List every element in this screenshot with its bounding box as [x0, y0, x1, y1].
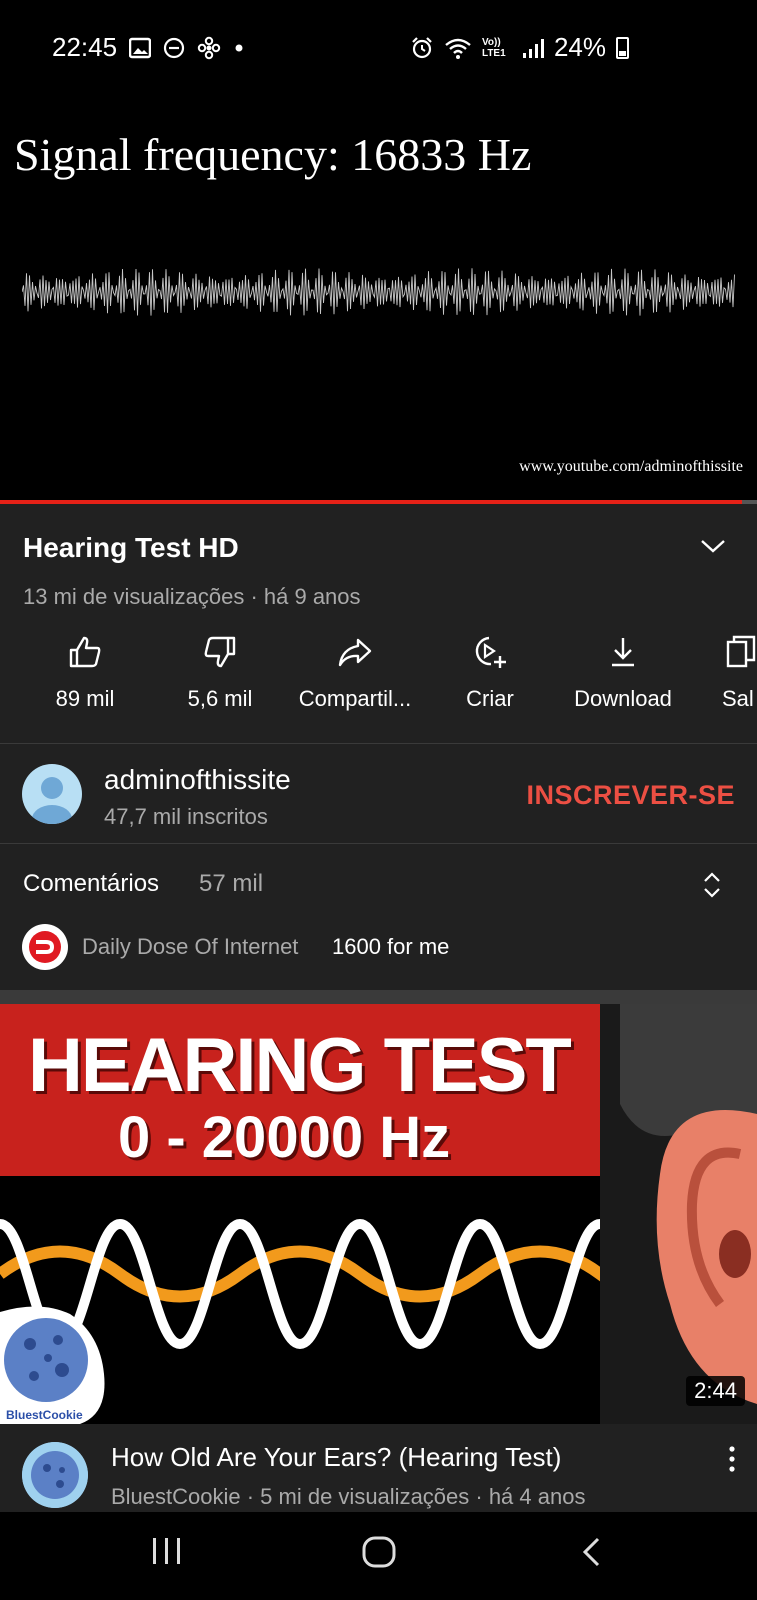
dot-icon: [235, 44, 243, 51]
volte-icon: Vo)) LTE1: [481, 36, 506, 59]
video-player[interactable]: Signal frequency: 16833 Hz www.youtube.c…: [0, 96, 757, 500]
channel-avatar[interactable]: [22, 764, 82, 824]
cookie-avatar-icon: [22, 1442, 88, 1508]
share-button[interactable]: Compartil...: [285, 634, 425, 712]
video-title: Hearing Test HD: [23, 532, 239, 563]
home-icon[interactable]: [362, 1536, 396, 1568]
recent-apps-icon[interactable]: [150, 1536, 184, 1566]
section-separator: [0, 990, 757, 1004]
expand-icon[interactable]: [703, 870, 721, 900]
comment-text: 1600 for me: [332, 934, 450, 959]
action-bar: 89 mil 5,6 mil Compartil... Criar Downlo…: [0, 634, 757, 734]
thumbnail-title-line2: 0 - 20000 Hz: [118, 1105, 451, 1170]
channel-name[interactable]: adminofthissite: [104, 764, 291, 796]
like-count: 89 mil: [55, 686, 115, 711]
save-label: Sal: [722, 686, 754, 711]
next-video-channel-avatar[interactable]: [22, 1442, 88, 1508]
more-options-icon[interactable]: [729, 1446, 735, 1472]
comment-author: Daily Dose Of Internet: [82, 934, 299, 959]
save-icon: [726, 635, 756, 668]
status-time: 22:45: [52, 32, 118, 62]
next-video-thumbnail[interactable]: HEARING TEST 0 - 20000 Hz BluestCookie 2…: [0, 1004, 757, 1424]
next-video-row[interactable]: How Old Are Your Ears? (Hearing Test) Bl…: [0, 1424, 757, 1514]
like-icon: [69, 636, 101, 668]
save-button[interactable]: Sal: [688, 634, 757, 712]
signal-icon: [522, 38, 544, 58]
battery-percent: 24%: [553, 32, 606, 62]
download-icon: [612, 638, 634, 667]
download-button[interactable]: Download: [553, 634, 693, 712]
back-icon[interactable]: [580, 1536, 602, 1568]
dislike-count: 5,6 mil: [187, 686, 253, 711]
do-not-disturb-icon: [163, 37, 185, 58]
create-button[interactable]: Criar: [420, 634, 560, 712]
next-video-title[interactable]: How Old Are Your Ears? (Hearing Test): [111, 1442, 561, 1473]
share-label: Compartil...: [298, 686, 412, 711]
status-bar: 22:45 Vo)) LTE1 24%: [0, 0, 757, 96]
ear-graphic: [600, 1004, 757, 1424]
video-info-panel: Hearing Test HD 13 mi de visualizações ·…: [0, 504, 757, 744]
download-label: Download: [574, 686, 672, 711]
chevron-down-icon[interactable]: [699, 536, 727, 556]
comments-section[interactable]: Comentários 57 mil Daily Dose Of Interne…: [0, 844, 757, 990]
fan-icon: [197, 36, 221, 59]
dislike-button[interactable]: 5,6 mil: [150, 634, 290, 712]
wifi-icon: [445, 38, 471, 59]
daily-dose-logo-icon: [24, 926, 66, 968]
comments-title: Comentários: [23, 870, 160, 897]
battery-icon: [616, 36, 629, 59]
channel-row[interactable]: adminofthissite 47,7 mil inscritos INSCR…: [0, 744, 757, 844]
create-label: Criar: [466, 686, 514, 711]
subscriber-count: 47,7 mil inscritos: [104, 804, 268, 829]
system-navigation-bar: [0, 1512, 757, 1600]
create-icon: [475, 636, 506, 668]
next-video-meta: BluestCookie · 5 mi de visualizações · h…: [111, 1484, 586, 1509]
comment-author-avatar: [22, 924, 68, 970]
video-meta: 13 mi de visualizações · há 9 anos: [23, 584, 361, 609]
comments-count: 57 mil: [199, 870, 264, 897]
bluestcookie-logo-icon: [0, 1306, 105, 1424]
thumbnail-title-line1: HEARING TEST: [28, 1023, 572, 1108]
thumbnail-cookie-label: BluestCookie: [6, 1408, 83, 1422]
video-duration-badge: 2:44: [686, 1376, 745, 1406]
image-icon: [129, 37, 152, 58]
dislike-icon: [204, 636, 236, 668]
player-frequency-text: Signal frequency: 16833 Hz: [14, 129, 532, 180]
default-avatar-icon: [32, 777, 72, 824]
alarm-icon: [412, 36, 432, 58]
waveform-line: [22, 268, 735, 316]
like-button[interactable]: 89 mil: [15, 634, 155, 712]
subscribe-button[interactable]: INSCREVER-SE: [526, 780, 735, 811]
player-watermark: www.youtube.com/adminofthissite: [519, 458, 743, 475]
waveform-graphic: [22, 268, 735, 316]
share-icon: [338, 638, 372, 667]
